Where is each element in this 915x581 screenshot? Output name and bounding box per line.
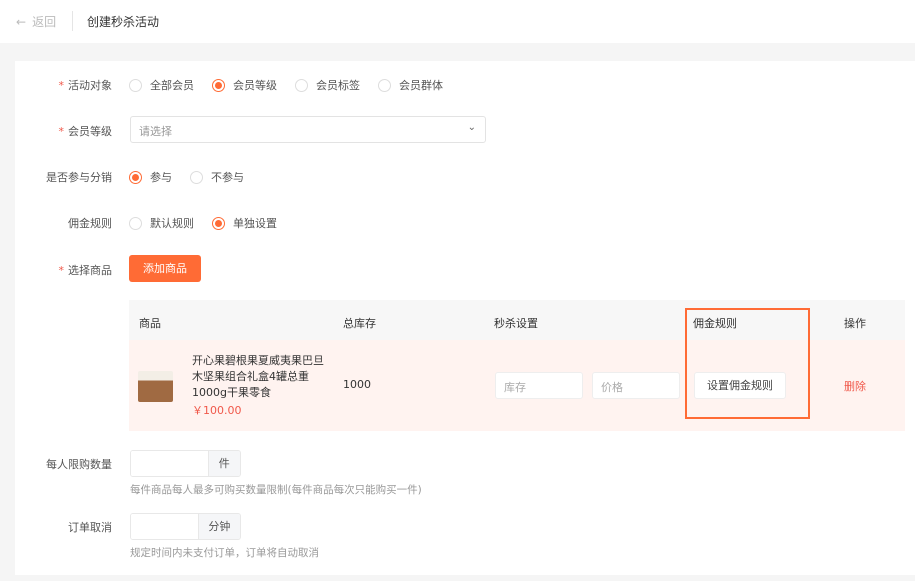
radio-custom-setting[interactable]: 单独设置 — [212, 215, 277, 231]
distribution-label: 是否参与分销 — [46, 171, 112, 184]
th-goods: 商品 — [139, 317, 161, 330]
back-label: 返回 — [32, 15, 57, 29]
add-goods-button[interactable]: 添加商品 — [129, 255, 201, 282]
cancel-label: 订单取消 — [68, 521, 112, 534]
product-price: ￥100.00 — [192, 404, 242, 417]
delete-link[interactable]: 删除 — [844, 378, 866, 394]
back-button[interactable]: ← 返回 — [16, 13, 56, 30]
commission-label: 佣金规则 — [68, 217, 112, 230]
limit-unit: 件 — [207, 451, 240, 476]
member-level-select[interactable]: 请选择 ⌄ — [130, 116, 486, 143]
radio-participate[interactable]: 参与 — [129, 169, 172, 185]
price-input[interactable]: 价格 — [592, 372, 680, 399]
divider — [72, 11, 73, 31]
limit-input-group: 件 — [130, 450, 241, 477]
target-label: * 活动对象 — [58, 79, 113, 92]
limit-input[interactable] — [131, 451, 208, 476]
radio-member-tag[interactable]: 会员标签 — [295, 77, 360, 93]
limit-hint: 每件商品每人最多可购买数量限制(每件商品每次只能购买一件) — [130, 484, 422, 496]
stock-input[interactable]: 库存 — [495, 372, 583, 399]
cancel-hint: 规定时间内未支付订单，订单将自动取消 — [130, 547, 319, 559]
radio-all-members[interactable]: 全部会员 — [129, 77, 194, 93]
arrow-left-icon: ← — [16, 14, 27, 29]
product-image — [138, 371, 173, 402]
radio-member-level[interactable]: 会员等级 — [212, 77, 277, 93]
radio-not-participate[interactable]: 不参与 — [190, 169, 244, 185]
radio-member-group[interactable]: 会员群体 — [378, 77, 443, 93]
goods-label: * 选择商品 — [58, 264, 113, 277]
page-title: 创建秒杀活动 — [87, 15, 160, 29]
highlight-box — [685, 308, 810, 419]
th-seckill: 秒杀设置 — [494, 317, 538, 330]
cancel-minutes-input[interactable] — [131, 514, 198, 539]
th-stock: 总库存 — [343, 317, 376, 330]
radio-default-rule[interactable]: 默认规则 — [129, 215, 194, 231]
total-stock: 1000 — [343, 378, 371, 391]
level-label: * 会员等级 — [58, 125, 113, 138]
cancel-unit: 分钟 — [197, 514, 240, 539]
chevron-down-icon: ⌄ — [467, 122, 476, 133]
product-name: 开心果碧根果夏威夷果巴旦木坚果组合礼盒4罐总重1000g干果零食 — [192, 354, 324, 399]
limit-label: 每人限购数量 — [46, 458, 112, 471]
th-actions: 操作 — [844, 317, 866, 330]
cancel-input-group: 分钟 — [130, 513, 241, 540]
